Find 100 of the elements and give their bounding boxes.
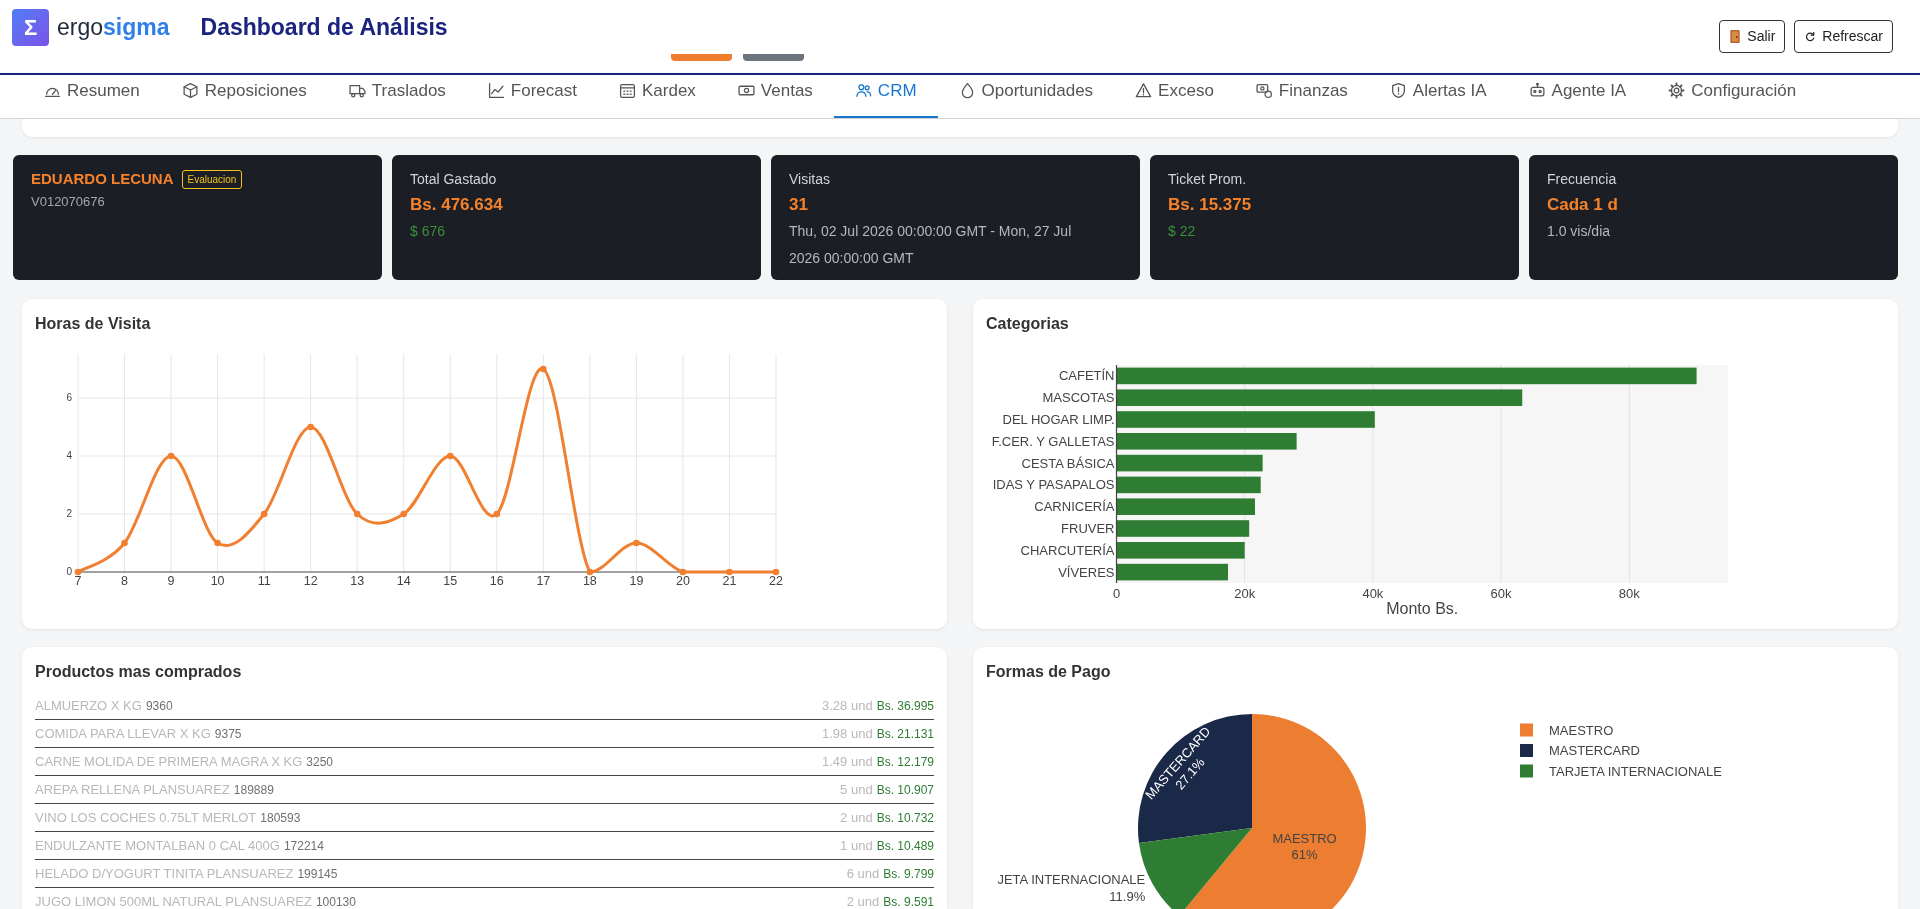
data-point bbox=[726, 568, 733, 576]
logo-mark: Σ bbox=[12, 8, 49, 46]
category-label: FRUVER bbox=[1061, 521, 1115, 536]
category-label: VÍVERES bbox=[1058, 564, 1115, 580]
product-quantity: 6 und bbox=[846, 866, 880, 881]
axis-tick-label: 0 bbox=[1112, 585, 1121, 601]
stat-value: Bs. 476.634 bbox=[410, 194, 503, 216]
axis-tick-label: 9 bbox=[167, 574, 175, 588]
people-icon bbox=[854, 82, 872, 99]
slice-value: 11.9% bbox=[1109, 889, 1146, 905]
data-point bbox=[772, 568, 780, 576]
data-point bbox=[633, 539, 640, 547]
stat-value: 31 bbox=[789, 194, 808, 216]
customer-name: EDUARDO LECUNA bbox=[31, 169, 174, 189]
nav-tab[interactable]: Resumen bbox=[23, 75, 161, 118]
data-point bbox=[586, 568, 594, 576]
settings-icon bbox=[1668, 82, 1686, 99]
door-icon bbox=[1729, 29, 1742, 44]
usd-amount: $ 676 bbox=[410, 222, 446, 241]
product-quantity: 3.28 und bbox=[822, 698, 873, 713]
brand-name: ergosigma bbox=[57, 13, 170, 42]
card-title: Formas de Pago bbox=[986, 662, 1111, 682]
data-point bbox=[400, 510, 408, 518]
product-code: 9375 bbox=[214, 726, 242, 741]
nav-tab[interactable]: Configuración bbox=[1647, 75, 1818, 118]
data-point bbox=[307, 423, 314, 431]
category-label: CAFETÍN bbox=[1058, 368, 1115, 384]
product-amount: Bs. 36.995 bbox=[876, 698, 934, 713]
axis-tick-label: 14 bbox=[396, 574, 411, 588]
product-code: 199145 bbox=[297, 866, 338, 881]
nav-tab[interactable]: Ventas bbox=[716, 75, 834, 118]
date-range: Thu, 02 Jul 2026 00:00:00 GMT - Mon, 27 Jul 2026 00:00:00 GMT bbox=[789, 222, 1073, 268]
data-point bbox=[540, 365, 547, 373]
stat-value: Bs. 15.375 bbox=[1168, 194, 1252, 216]
data-point bbox=[493, 510, 501, 518]
axis-tick-label: 6 bbox=[66, 391, 72, 403]
clipped-button[interactable] bbox=[671, 54, 732, 61]
clipped-button[interactable] bbox=[743, 54, 804, 61]
nav-tab[interactable]: Kardex bbox=[598, 75, 717, 118]
axis-tick-label: 18 bbox=[582, 574, 597, 588]
product-quantity: 2 und bbox=[846, 894, 880, 909]
axis-tick-label: 13 bbox=[350, 574, 365, 588]
nav-tab[interactable]: Finanzas bbox=[1234, 75, 1369, 118]
product-quantity: 2 und bbox=[840, 810, 873, 825]
product-code: 3250 bbox=[306, 754, 333, 769]
nav-tab[interactable]: Forecast bbox=[466, 75, 598, 118]
category-label: CHARCUTERÍA bbox=[1020, 542, 1115, 558]
nav-tab[interactable]: Reposiciones bbox=[160, 75, 328, 118]
product-code: 172214 bbox=[283, 838, 324, 853]
customer-id: V012070676 bbox=[31, 193, 105, 211]
legend-label: MASTERCARD bbox=[1549, 743, 1640, 758]
exit-button[interactable]: Salir bbox=[1719, 20, 1786, 53]
axis-tick-label: 19 bbox=[629, 574, 644, 588]
nav-tab[interactable]: Alertas IA bbox=[1368, 75, 1508, 118]
stat-label: Total Gastado bbox=[410, 170, 497, 189]
product-code: 180593 bbox=[260, 810, 301, 825]
stat-note: 1.0 vis/dia bbox=[1547, 222, 1611, 241]
stat-label: Frecuencia bbox=[1547, 170, 1617, 189]
axis-tick-label: 16 bbox=[489, 574, 504, 588]
axis-tick-label: 20 bbox=[676, 574, 690, 588]
stat-value: Cada 1 d bbox=[1547, 194, 1618, 216]
nav-tab[interactable]: Exceso bbox=[1114, 75, 1235, 118]
category-label: F.CER. Y GALLETAS bbox=[991, 433, 1115, 449]
product-quantity: 1.49 und bbox=[822, 754, 873, 769]
product-amount: Bs. 21.131 bbox=[876, 726, 934, 741]
product-code: 189889 bbox=[233, 782, 274, 797]
warning-icon bbox=[1135, 82, 1153, 99]
product-quantity: 5 und bbox=[840, 782, 873, 797]
axis-tick-label: 15 bbox=[443, 574, 458, 588]
data-point bbox=[679, 568, 687, 576]
stat-label: Visitas bbox=[789, 170, 830, 189]
card-title: Categorias bbox=[986, 314, 1069, 334]
legend-label: MAESTRO bbox=[1549, 722, 1614, 738]
nav-tab[interactable]: Traslados bbox=[327, 75, 467, 118]
banknote-coin-icon bbox=[1255, 82, 1273, 99]
axis-tick-label: 0 bbox=[66, 565, 72, 577]
product-name: HELADO D/YOGURT TINITA PLANSUAREZ bbox=[35, 866, 294, 881]
stat-label: Ticket Prom. bbox=[1168, 170, 1247, 189]
axis-tick-label: 12 bbox=[303, 574, 318, 588]
slice-value: 61% bbox=[1291, 846, 1318, 862]
card-title: Productos mas comprados bbox=[35, 662, 242, 682]
axis-tick-label: 2 bbox=[66, 507, 72, 519]
data-point bbox=[214, 539, 221, 547]
product-name: CARNE MOLIDA DE PRIMERA MAGRA X KG bbox=[35, 754, 303, 769]
axis-tick-label: 10 bbox=[210, 574, 225, 588]
axis-tick-label: 7 bbox=[74, 574, 82, 588]
nav-tab[interactable]: Agente IA bbox=[1507, 75, 1648, 118]
nav-tab[interactable]: Oportunidades bbox=[937, 75, 1115, 118]
page-title: Dashboard de Análisis bbox=[200, 13, 448, 42]
refresh-button[interactable]: Refrescar bbox=[1794, 20, 1893, 53]
product-amount: Bs. 9.799 bbox=[883, 866, 934, 881]
data-point bbox=[353, 510, 361, 518]
product-amount: Bs. 9.591 bbox=[883, 894, 934, 909]
product-amount: Bs. 10.907 bbox=[876, 782, 934, 797]
product-amount: Bs. 12.179 bbox=[876, 754, 934, 769]
truck-icon bbox=[348, 82, 366, 99]
product-quantity: 1 und bbox=[840, 838, 873, 853]
axis-tick-label: 80k bbox=[1618, 585, 1640, 601]
category-label: CARNICERÍA bbox=[1034, 499, 1115, 515]
axis-tick-label: 40k bbox=[1362, 585, 1384, 601]
